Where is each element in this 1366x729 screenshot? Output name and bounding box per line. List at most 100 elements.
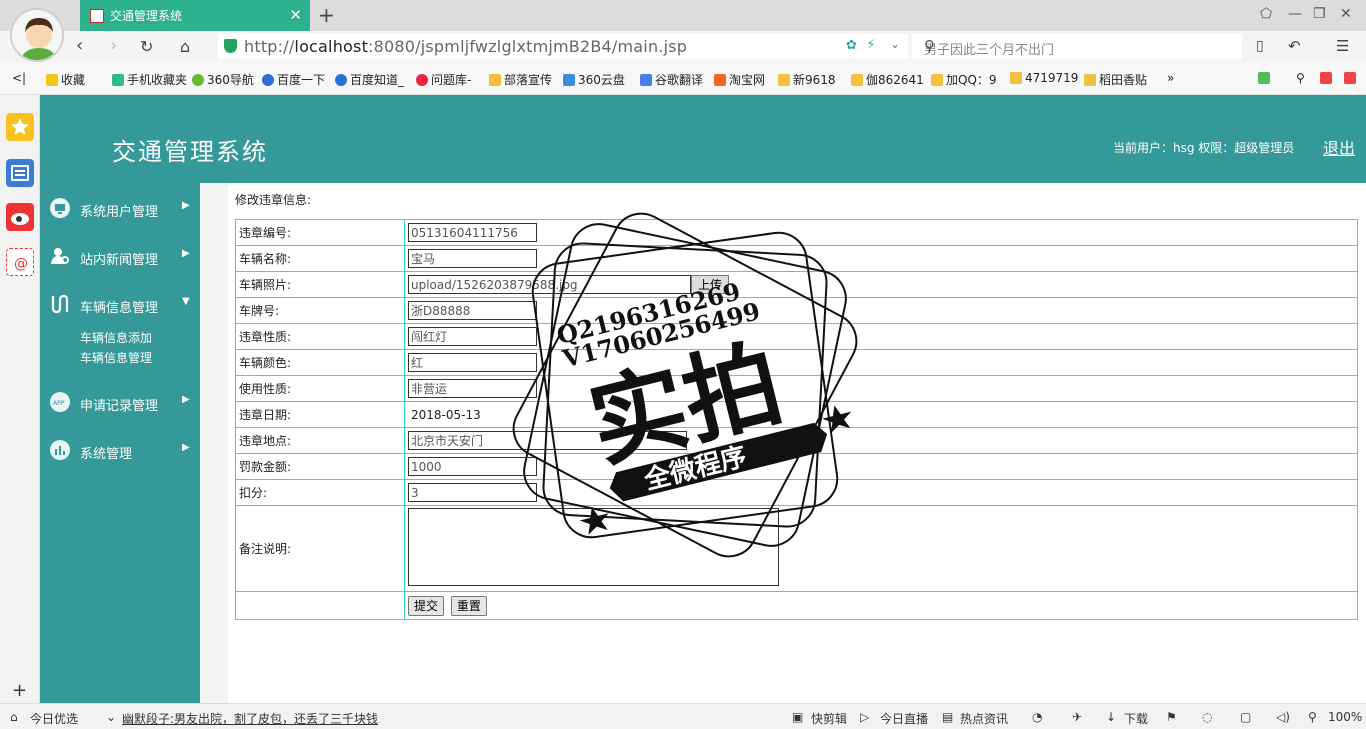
bookmark-item[interactable]: 百度一下 — [262, 71, 325, 88]
quick-edit-link[interactable]: 快剪辑 — [811, 710, 847, 727]
close-window-icon[interactable]: ✕ — [1340, 6, 1352, 22]
bar-chart-icon — [50, 440, 70, 460]
mail-icon[interactable]: @ — [6, 248, 34, 276]
mobile-icon[interactable]: ▯ — [1256, 38, 1264, 54]
menu-icon[interactable]: ☰ — [1336, 37, 1349, 55]
fine-amount-input[interactable] — [408, 457, 537, 476]
news-icon[interactable]: ▤ — [942, 710, 953, 724]
submit-button[interactable]: 提交 — [408, 595, 445, 616]
violation-id-input[interactable] — [408, 223, 537, 242]
app-sidebar-menu: 系统用户管理 ▶ 站内新闻管理 ▶ 车辆信息管理 ▼ 车辆信息添加 车辆信息管理… — [40, 183, 200, 703]
violation-type-input[interactable] — [408, 327, 537, 346]
plate-number-input[interactable] — [408, 301, 537, 320]
bookmark-item[interactable]: 淘宝网 — [714, 71, 765, 88]
browser-mode-icon[interactable]: ◌ — [1202, 710, 1212, 724]
svg-text:APP: APP — [53, 400, 65, 407]
bookmark-item[interactable]: 部落宣传 — [489, 71, 552, 88]
logout-link[interactable]: 退出 — [1323, 135, 1355, 159]
chevron-down-icon[interactable]: ⌄ — [890, 37, 900, 51]
menu-item-system-manage[interactable]: 系统管理 ▶ — [40, 435, 200, 465]
points-deducted-input[interactable] — [408, 483, 537, 502]
flag-icon[interactable]: ⚑ — [1166, 710, 1177, 724]
download-link[interactable]: 下载 — [1124, 710, 1148, 727]
video-edit-icon[interactable]: ▣ — [792, 710, 803, 724]
reader-icon[interactable] — [6, 159, 34, 187]
menu-item-vehicle-info[interactable]: 车辆信息管理 ▼ — [40, 289, 200, 319]
add-sidebar-icon[interactable]: + — [12, 680, 27, 701]
bookmark-item[interactable]: 手机收藏夹 — [112, 71, 187, 88]
folder-icon — [931, 74, 943, 86]
form-row: 车辆名称: — [235, 245, 1358, 272]
download-icon[interactable]: ↓ — [1106, 710, 1116, 724]
field-label: 车辆名称: — [235, 245, 405, 272]
accelerate-icon[interactable]: ◔ — [1032, 710, 1042, 724]
back-icon[interactable]: ‹ — [76, 35, 83, 56]
menu-item-system-users[interactable]: 系统用户管理 ▶ — [40, 193, 200, 223]
today-picks-link[interactable]: 今日优选 — [30, 710, 78, 727]
bookmark-item[interactable]: 收藏 — [46, 71, 85, 88]
hot-news-link[interactable]: 热点资讯 — [960, 710, 1008, 727]
bookmark-item[interactable]: 稻田香贴 — [1084, 71, 1147, 88]
refresh-icon[interactable]: ↻ — [140, 37, 153, 56]
vehicle-name-input[interactable] — [408, 249, 537, 268]
bookmark-item[interactable]: 360云盘 — [563, 71, 625, 88]
speed-mode-icon[interactable]: ⚡ — [866, 37, 876, 53]
bookmark-item[interactable]: 加QQ：9 — [931, 71, 997, 88]
restore-icon[interactable]: ❐ — [1313, 6, 1326, 22]
remark-textarea[interactable] — [408, 508, 779, 586]
bookmark-item[interactable]: 新9618 — [778, 71, 836, 88]
chevron-down-icon: ▼ — [182, 296, 190, 307]
pin-icon[interactable]: ✈ — [1072, 710, 1082, 724]
bookmark-item[interactable]: 百度知道_ — [335, 71, 404, 88]
more-bookmarks-icon[interactable]: » — [1167, 71, 1174, 85]
cloud-icon — [563, 74, 575, 86]
bookmark-item[interactable]: 伽862641 — [851, 71, 924, 88]
minimize-icon[interactable]: — — [1288, 6, 1302, 22]
folder-icon — [1084, 74, 1096, 86]
favorites-star-icon[interactable] — [6, 113, 34, 141]
violation-date-input[interactable] — [408, 405, 537, 424]
zoom-level[interactable]: 100% — [1328, 710, 1362, 724]
usage-type-input[interactable] — [408, 379, 537, 398]
vehicle-color-input[interactable] — [408, 353, 537, 372]
tab-close-icon[interactable]: ✕ — [289, 6, 302, 24]
live-link[interactable]: 今日直播 — [880, 710, 928, 727]
menu-item-label: 站内新闻管理 — [80, 253, 159, 268]
undo-icon[interactable]: ↶ — [1288, 37, 1301, 55]
new-tab-icon[interactable]: + — [318, 3, 335, 27]
forward-icon[interactable]: › — [110, 35, 117, 56]
search-box[interactable]: 男子因此三个月不出门 ⚲ — [912, 34, 1242, 59]
vehicle-photo-input[interactable] — [408, 275, 691, 295]
menu-item-applications[interactable]: APP 申请记录管理 ▶ — [40, 387, 200, 417]
bookmarks-toggle-icon[interactable]: <| — [12, 71, 26, 85]
news-ticker-link[interactable]: 幽默段子:男友出院，割了皮包，还丢了三千块钱 — [122, 710, 378, 727]
user-avatar[interactable] — [10, 8, 64, 62]
field-label: 车辆照片: — [235, 271, 405, 298]
weibo-icon[interactable] — [6, 203, 34, 231]
live-play-icon[interactable]: ▷ — [860, 710, 869, 724]
calendar-icon[interactable] — [1320, 71, 1335, 85]
menu-item-site-news[interactable]: 站内新闻管理 ▶ — [40, 241, 200, 271]
search-icon[interactable]: ⚲ — [924, 37, 1236, 55]
briefcase-icon[interactable] — [1344, 71, 1359, 85]
volume-icon[interactable]: ◁) — [1276, 710, 1290, 724]
submenu-vehicle-add[interactable]: 车辆信息添加 — [80, 329, 152, 346]
zoom-icon[interactable]: ⚲ — [1308, 710, 1317, 724]
plugin-icon[interactable]: ✿ — [846, 38, 857, 53]
skin-icon[interactable]: ⬠ — [1260, 6, 1272, 22]
browser-tab[interactable]: 交通管理系统 ✕ — [80, 0, 310, 31]
apps-icon[interactable] — [1258, 71, 1273, 85]
window-icon[interactable]: ▢ — [1240, 710, 1251, 724]
chevron-down-icon[interactable]: ⌄ — [106, 710, 116, 724]
home-icon[interactable]: ⌂ — [180, 37, 190, 56]
bookmark-item[interactable]: 谷歌翻译 — [640, 71, 703, 88]
address-bar[interactable]: http://localhost:8080/jspmljfwzlglxtmjmB… — [218, 34, 908, 59]
upload-button[interactable]: 上传 — [691, 274, 730, 294]
bookmark-item[interactable]: 问题库- — [416, 71, 471, 88]
bookmark-item[interactable]: 360导航 — [192, 71, 254, 88]
violation-location-input[interactable] — [408, 431, 687, 450]
reset-button[interactable]: 重置 — [450, 595, 487, 616]
zoom-tool-icon[interactable]: ⚲ — [1296, 71, 1305, 85]
submenu-vehicle-manage[interactable]: 车辆信息管理 — [80, 349, 152, 366]
bookmark-item[interactable]: 4719719 — [1010, 71, 1078, 85]
